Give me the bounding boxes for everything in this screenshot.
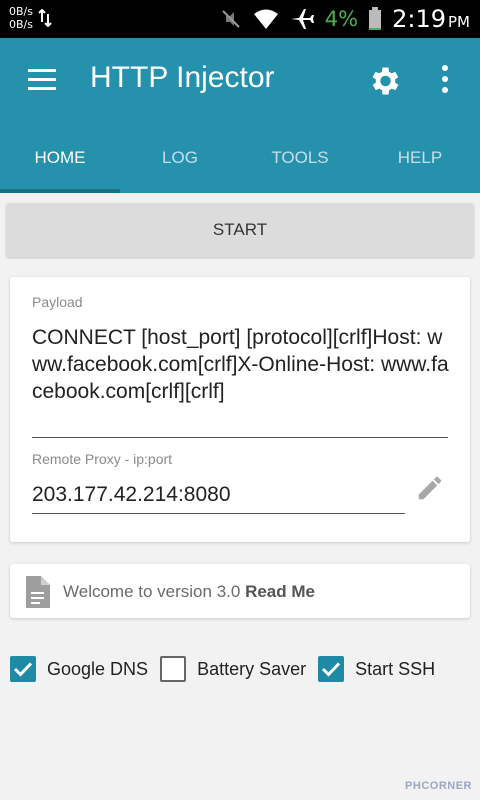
clock-time: 2:19 bbox=[392, 5, 446, 33]
start-ssh-checkbox[interactable] bbox=[318, 656, 345, 682]
status-bar: 0B/s 0B/s 4% 2:19 PM bbox=[0, 0, 480, 38]
read-me-link[interactable]: Read Me bbox=[245, 582, 315, 601]
clock-ampm: PM bbox=[448, 13, 470, 31]
tab-log[interactable]: LOG bbox=[120, 133, 240, 193]
document-icon bbox=[26, 576, 50, 608]
payload-label: Payload bbox=[32, 294, 83, 310]
start-ssh-option[interactable]: Start SSH bbox=[318, 656, 435, 682]
start-ssh-label: Start SSH bbox=[355, 658, 436, 679]
tab-indicator bbox=[0, 189, 120, 193]
google-dns-checkbox[interactable] bbox=[10, 656, 36, 682]
app-bar: HTTP Injector HOME LOG TOOLS HELP bbox=[0, 38, 480, 193]
menu-icon[interactable] bbox=[28, 69, 56, 91]
battery-saver-checkbox[interactable] bbox=[160, 656, 187, 682]
more-vert-icon[interactable] bbox=[442, 65, 450, 98]
check-icon bbox=[322, 662, 341, 677]
watermark: PHCORNER bbox=[405, 780, 472, 792]
edit-icon[interactable] bbox=[415, 473, 445, 503]
mute-icon bbox=[222, 10, 240, 28]
start-button[interactable]: START bbox=[6, 203, 474, 257]
data-transfer-icon bbox=[38, 9, 52, 27]
remote-proxy-label: Remote Proxy - ip:port bbox=[32, 451, 173, 467]
google-dns-label: Google DNS bbox=[47, 658, 149, 679]
wifi-icon bbox=[253, 9, 278, 29]
welcome-text: Welcome to version 3.0 bbox=[63, 582, 241, 601]
clock: 2:19 PM bbox=[392, 5, 470, 33]
payload-underline bbox=[32, 437, 448, 438]
net-up-speed: 0B/s bbox=[9, 5, 33, 18]
network-speed: 0B/s 0B/s bbox=[9, 5, 33, 31]
google-dns-option[interactable]: Google DNS bbox=[10, 656, 148, 682]
battery-percent: 4% bbox=[324, 7, 359, 31]
gear-icon[interactable] bbox=[366, 63, 402, 99]
config-card: Payload CONNECT [host_port] [protocol][c… bbox=[10, 277, 470, 542]
remote-proxy-input[interactable]: 203.177.42.214:8080 bbox=[32, 483, 231, 507]
battery-saver-option[interactable]: Battery Saver bbox=[160, 656, 306, 682]
net-down-speed: 0B/s bbox=[9, 18, 33, 31]
welcome-message: Welcome to version 3.0 Read Me bbox=[63, 582, 315, 602]
tab-tools[interactable]: TOOLS bbox=[240, 133, 360, 193]
app-title: HTTP Injector bbox=[90, 61, 275, 94]
tab-bar: HOME LOG TOOLS HELP bbox=[0, 133, 480, 193]
airplane-icon bbox=[290, 9, 314, 29]
check-icon bbox=[13, 662, 33, 677]
tab-help[interactable]: HELP bbox=[360, 133, 480, 193]
battery-saver-label: Battery Saver bbox=[197, 658, 307, 679]
options-row: Google DNS Battery Saver Start SSH bbox=[10, 655, 447, 683]
proxy-underline bbox=[32, 513, 405, 514]
tab-home[interactable]: HOME bbox=[0, 133, 120, 193]
welcome-card[interactable]: Welcome to version 3.0 Read Me bbox=[10, 564, 470, 618]
payload-input[interactable]: CONNECT [host_port] [protocol][crlf]Host… bbox=[32, 324, 450, 405]
battery-icon bbox=[369, 7, 382, 30]
